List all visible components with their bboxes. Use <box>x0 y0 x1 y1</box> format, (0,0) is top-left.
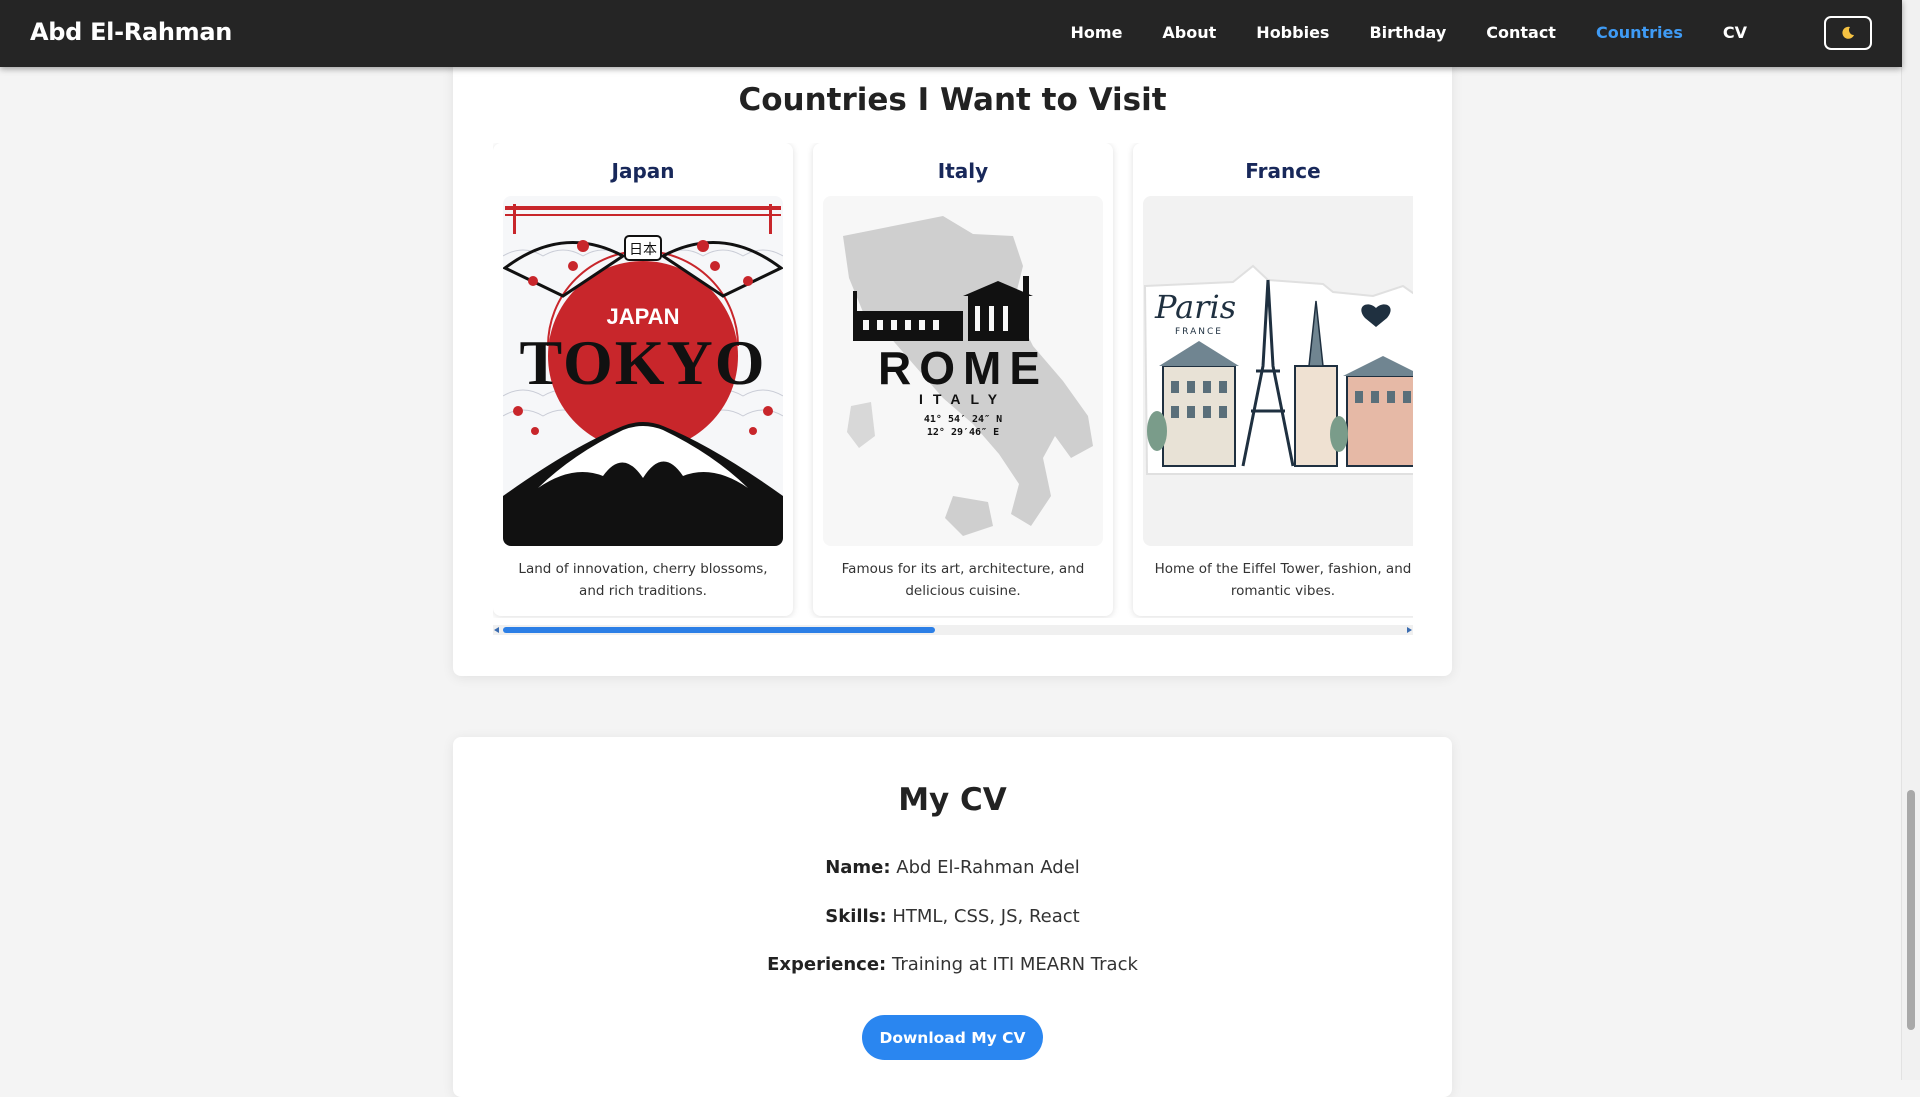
japan-image-label: JAPAN <box>607 304 680 329</box>
nav-link-countries[interactable]: Countries <box>1576 23 1703 42</box>
france-image-label: Paris <box>1154 288 1236 326</box>
cv-skills-line: Skills: HTML, CSS, JS, React <box>453 906 1452 927</box>
theme-toggle-button[interactable] <box>1824 16 1872 50</box>
countries-section: Countries I Want to Visit Japan 日本 JAPAN… <box>453 40 1452 676</box>
country-description: Famous for its art, architecture, and de… <box>841 561 1085 599</box>
nav-links: Home About Hobbies Birthday Contact Coun… <box>1051 20 1767 44</box>
carousel-scroll-thumb[interactable] <box>503 627 935 633</box>
top-navbar: Abd El-Rahman Home About Hobbies Birthda… <box>0 0 1902 67</box>
cv-title: My CV <box>898 782 1007 818</box>
cv-name-line: Name: Abd El-Rahman Adel <box>453 857 1452 878</box>
svg-text:ITALY: ITALY <box>919 391 1007 407</box>
scroll-left-arrow-icon[interactable] <box>494 627 499 633</box>
cv-name-label: Name: <box>825 857 891 878</box>
cv-experience-line: Experience: Training at ITI MEARN Track <box>453 954 1452 975</box>
page-scroll-thumb[interactable] <box>1907 790 1915 1030</box>
cv-skills-value: HTML, CSS, JS, React <box>892 906 1080 927</box>
country-name: Japan <box>611 159 675 183</box>
scroll-right-arrow-icon[interactable] <box>1407 627 1412 633</box>
country-description: Home of the Eiffel Tower, fashion, and r… <box>1154 561 1412 599</box>
svg-text:41° 54′ 24″ N: 41° 54′ 24″ N <box>924 414 1002 425</box>
countries-title: Countries I Want to Visit <box>738 82 1167 118</box>
nav-link-home[interactable]: Home <box>1051 23 1143 42</box>
carousel-scrollbar[interactable] <box>493 625 1413 635</box>
page-scrollbar[interactable] <box>1901 0 1920 1080</box>
france-illustration: Paris FRANCE <box>1143 196 1413 546</box>
japan-illustration: 日本 JAPAN TOKYO <box>503 196 783 546</box>
italy-illustration: ROME ITALY 41° 54′ 24″ N 12° 29′46″ E <box>823 196 1103 546</box>
country-name: France <box>1245 159 1321 183</box>
svg-text:日本: 日本 <box>629 242 657 258</box>
cv-name-value: Abd El-Rahman Adel <box>896 857 1080 878</box>
cv-experience-label: Experience: <box>767 954 887 975</box>
nav-link-about[interactable]: About <box>1142 23 1236 42</box>
country-card-japan: Japan 日本 JAPAN TOKYO Land of innovation,… <box>493 143 793 616</box>
svg-text:FRANCE: FRANCE <box>1175 327 1223 337</box>
moon-icon <box>1842 26 1854 39</box>
svg-text:TOKYO: TOKYO <box>519 327 766 398</box>
country-card-italy: Italy ROME ITALY 41° 54′ 24″ N 12° 29′46… <box>813 143 1113 616</box>
country-card-france: France Paris FRANCE Home of the Eiffel T… <box>1133 143 1413 616</box>
italy-image-label: ROME <box>878 342 1048 394</box>
nav-link-cv[interactable]: CV <box>1703 23 1767 42</box>
nav-link-birthday[interactable]: Birthday <box>1349 23 1466 42</box>
svg-text:12° 29′46″ E: 12° 29′46″ E <box>927 427 999 438</box>
nav-link-hobbies[interactable]: Hobbies <box>1236 23 1349 42</box>
nav-link-contact[interactable]: Contact <box>1466 23 1576 42</box>
countries-carousel[interactable]: Japan 日本 JAPAN TOKYO Land of innovation,… <box>493 143 1413 618</box>
cv-experience-value: Training at ITI MEARN Track <box>891 954 1138 975</box>
france-image: Paris FRANCE <box>1143 196 1413 546</box>
cv-skills-label: Skills: <box>825 906 887 927</box>
country-description: Land of innovation, cherry blossoms, and… <box>518 561 768 599</box>
download-cv-button[interactable]: Download My CV <box>862 1015 1043 1060</box>
country-name: Italy <box>937 159 989 183</box>
cv-section: My CV Name: Abd El-Rahman Adel Skills: H… <box>453 737 1452 1097</box>
japan-image: 日本 JAPAN TOKYO <box>503 196 783 546</box>
italy-image: ROME ITALY 41° 54′ 24″ N 12° 29′46″ E <box>823 196 1103 546</box>
brand-logo[interactable]: Abd El-Rahman <box>30 18 232 46</box>
